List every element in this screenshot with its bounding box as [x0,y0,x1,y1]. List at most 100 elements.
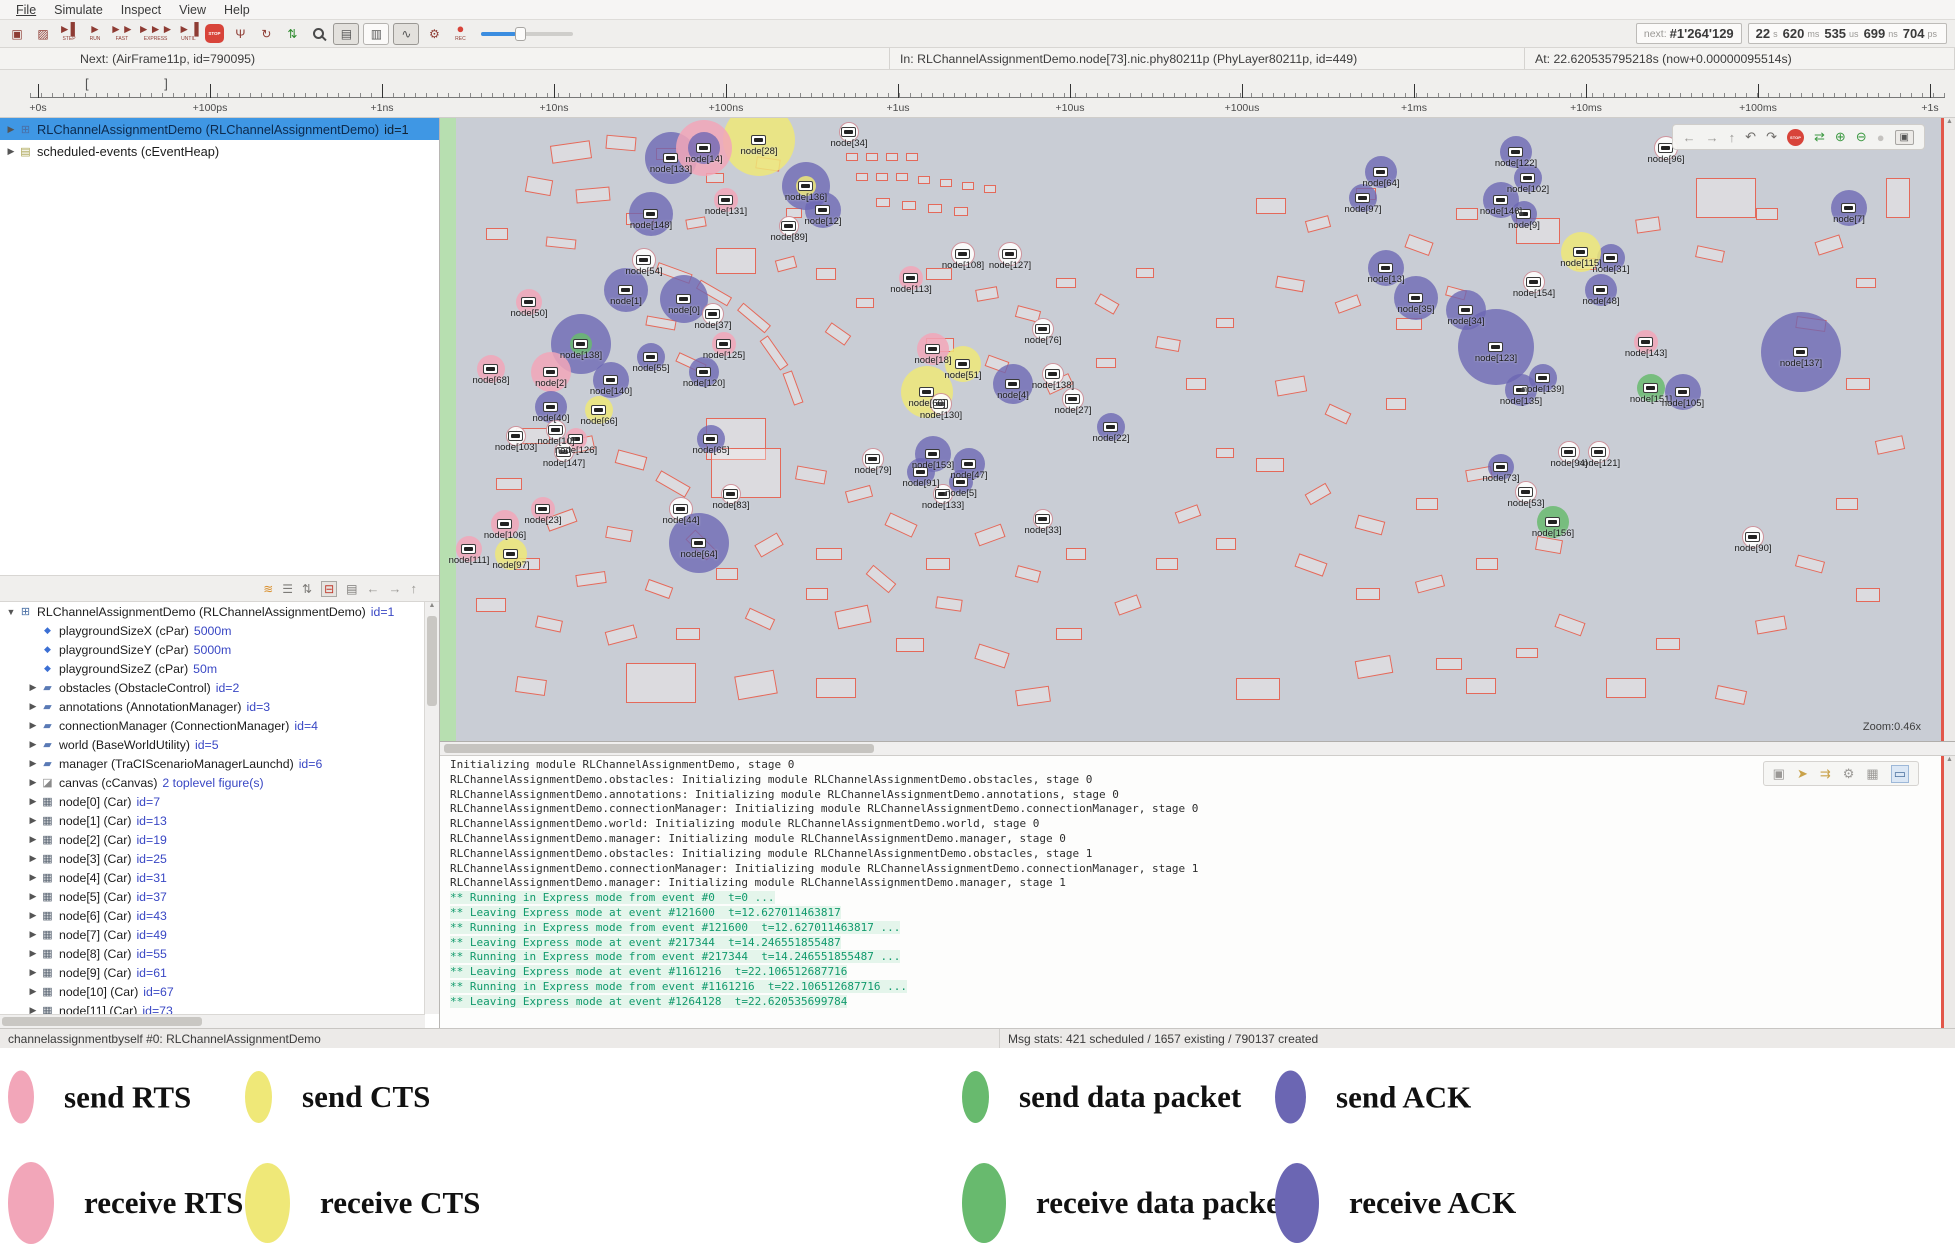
car-icon[interactable] [1005,379,1020,389]
express-run-icon[interactable]: ►►►EXPRESS [138,23,174,45]
car-icon[interactable] [718,195,733,205]
car-icon[interactable] [1002,249,1017,259]
car-icon[interactable] [691,538,706,548]
tree-row[interactable]: ▶▰manager (TraCIScenarioManagerLaunchd)i… [0,754,425,773]
tree-row[interactable]: ▶▤scheduled-events (cEventHeap) [0,140,439,162]
tree-row[interactable]: ◆playgroundSizeZ (cPar)50m [0,659,425,678]
zoom-out-icon[interactable]: ⊖ [1856,129,1867,145]
car-icon[interactable] [543,367,558,377]
car-icon[interactable] [663,153,678,163]
car-icon[interactable] [751,135,766,145]
car-icon[interactable] [696,143,711,153]
car-icon[interactable] [955,249,970,259]
car-icon[interactable] [1035,324,1050,334]
run-until-icon[interactable]: ►▐UNTIL [177,23,199,45]
scrollbar-thumb[interactable] [2,1017,202,1026]
network-canvas[interactable]: node[34]node[28]node[133]node[14]node[13… [440,118,1955,742]
car-icon[interactable] [636,255,651,265]
group-mode-icon[interactable]: ⇅ [302,582,312,596]
reload-icon[interactable]: ↻ [255,23,277,45]
car-icon[interactable] [1065,394,1080,404]
car-icon[interactable] [919,387,934,397]
car-icon[interactable] [798,181,813,191]
expand-arrow-icon[interactable]: ▶ [26,739,40,750]
expand-arrow-icon[interactable]: ▶ [26,891,40,902]
car-icon[interactable] [1526,277,1541,287]
expand-arrow-icon[interactable]: ▶ [26,929,40,940]
expand-arrow-icon[interactable]: ▶ [26,834,40,845]
tree-row[interactable]: ▶▦node[10] (Car)id=67 [0,982,425,1001]
car-icon[interactable] [1658,143,1673,153]
settings-icon[interactable]: ⚙ [423,23,445,45]
expand-arrow-icon[interactable]: ▶ [26,758,40,769]
car-icon[interactable] [1373,167,1388,177]
expand-arrow-icon[interactable]: ▶ [26,872,40,883]
tree-row[interactable]: ▶▦node[8] (Car)id=55 [0,944,425,963]
open-config-icon[interactable]: ▨ [32,23,54,45]
car-icon[interactable] [497,519,512,529]
car-icon[interactable] [676,294,691,304]
tree-row[interactable]: ▶⊞RLChannelAssignmentDemo (RLChannelAssi… [0,118,439,140]
fast-run-icon[interactable]: ►►FAST [110,23,134,45]
car-icon[interactable] [1593,285,1608,295]
car-icon[interactable] [1561,447,1576,457]
car-icon[interactable] [1378,263,1393,273]
car-icon[interactable] [1488,342,1503,352]
rebuild-network-icon[interactable]: ⇅ [281,23,303,45]
inspector-horizontal-scrollbar[interactable] [0,1014,425,1028]
flat-list-icon[interactable]: ☰ [282,582,293,596]
expand-arrow-icon[interactable]: ▶ [26,682,40,693]
menu-file[interactable]: File [8,2,44,18]
scrollbar-thumb[interactable] [444,744,874,753]
car-icon[interactable] [1520,173,1535,183]
stop-icon[interactable]: STOP [203,23,225,45]
car-icon[interactable] [1518,487,1533,497]
car-icon[interactable] [705,309,720,319]
car-icon[interactable] [703,434,718,444]
messages-view-icon[interactable]: ▦ [1866,766,1878,782]
event-timeline[interactable]: [ ] +0s+100ps+1ns+10ns+100ns+1us+10us+10… [0,70,1955,118]
step-icon[interactable]: ►▌STEP [58,23,80,45]
car-icon[interactable] [1508,147,1523,157]
car-icon[interactable] [1638,337,1653,347]
timeline-toggle-icon[interactable]: ∿ [393,23,419,45]
slider-handle[interactable] [515,27,526,41]
tree-row[interactable]: ▶▦node[0] (Car)id=7 [0,792,425,811]
car-icon[interactable] [841,127,856,137]
car-icon[interactable] [1045,369,1060,379]
car-icon[interactable] [1603,253,1618,263]
canvas-vertical-scrollbar[interactable]: ▲ [1941,118,1955,741]
stop-module-icon[interactable]: STOP [1787,129,1804,146]
expand-arrow-icon[interactable]: ▶ [26,853,40,864]
menu-view[interactable]: View [171,2,214,18]
tree-mode-icon[interactable]: ⊟ [321,581,337,597]
tree-row[interactable]: ▶▰connectionManager (ConnectionManager)i… [0,716,425,735]
hide-banners-icon[interactable]: ⇉ [1820,766,1831,782]
car-icon[interactable] [1591,447,1606,457]
tree-row[interactable]: ▶▦node[1] (Car)id=13 [0,811,425,830]
car-icon[interactable] [1573,247,1588,257]
car-icon[interactable] [903,273,918,283]
car-icon[interactable] [461,544,476,554]
car-icon[interactable] [1535,373,1550,383]
car-icon[interactable] [815,205,830,215]
expand-arrow-icon[interactable]: ▶ [26,986,40,997]
forward-icon[interactable]: → [1706,130,1719,145]
expand-arrow-icon[interactable]: ▶ [26,796,40,807]
menu-simulate[interactable]: Simulate [46,2,111,18]
car-icon[interactable] [1675,387,1690,397]
expand-arrow-icon[interactable]: ▶ [26,948,40,959]
car-icon[interactable] [1408,293,1423,303]
menu-help[interactable]: Help [216,2,258,18]
car-icon[interactable] [961,459,976,469]
run-module-icon[interactable]: ↶ [1745,129,1756,145]
module-view-icon[interactable]: ▣ [1895,130,1914,145]
tree-row[interactable]: ▶◪canvas (cCanvas)2 toplevel figure(s) [0,773,425,792]
expand-arrow-icon[interactable]: ▶ [26,777,40,788]
expand-arrow-icon[interactable]: ▶ [26,720,40,731]
car-icon[interactable] [925,449,940,459]
car-icon[interactable] [603,375,618,385]
inspector-vertical-scrollbar[interactable]: ▲ [424,602,439,1014]
car-icon[interactable] [1355,193,1370,203]
tree-row[interactable]: ▶▦node[11] (Car)id=73 [0,1001,425,1014]
